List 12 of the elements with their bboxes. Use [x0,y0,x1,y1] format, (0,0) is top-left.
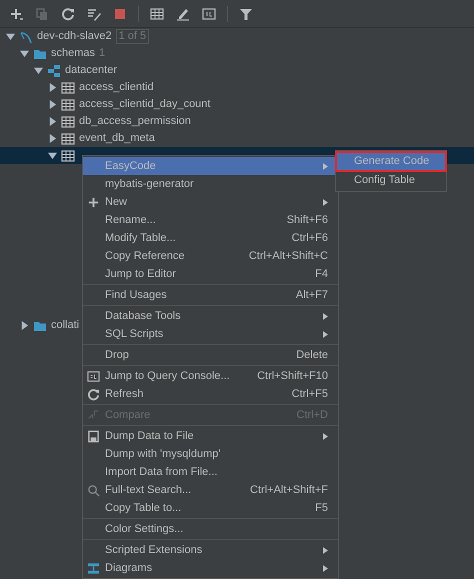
shortcut-label: Shift+F6 [286,212,328,228]
shortcut-label: Ctrl+F6 [292,230,328,246]
shortcut-label: Ctrl+F5 [292,386,328,402]
count-label: 1 of 5 [116,29,150,44]
shortcut-label: Ctrl+Alt+Shift+F [250,482,328,498]
count-label: 1 [99,46,106,62]
shortcut-label: Alt+F7 [296,288,328,303]
shortcut-label: F4 [315,266,328,282]
shortcut-label: F5 [315,500,328,516]
shortcut-label: Delete [296,348,328,363]
shortcut-label: Ctrl+Shift+F10 [257,368,328,384]
shortcut-label: Ctrl+Alt+Shift+C [248,248,328,264]
